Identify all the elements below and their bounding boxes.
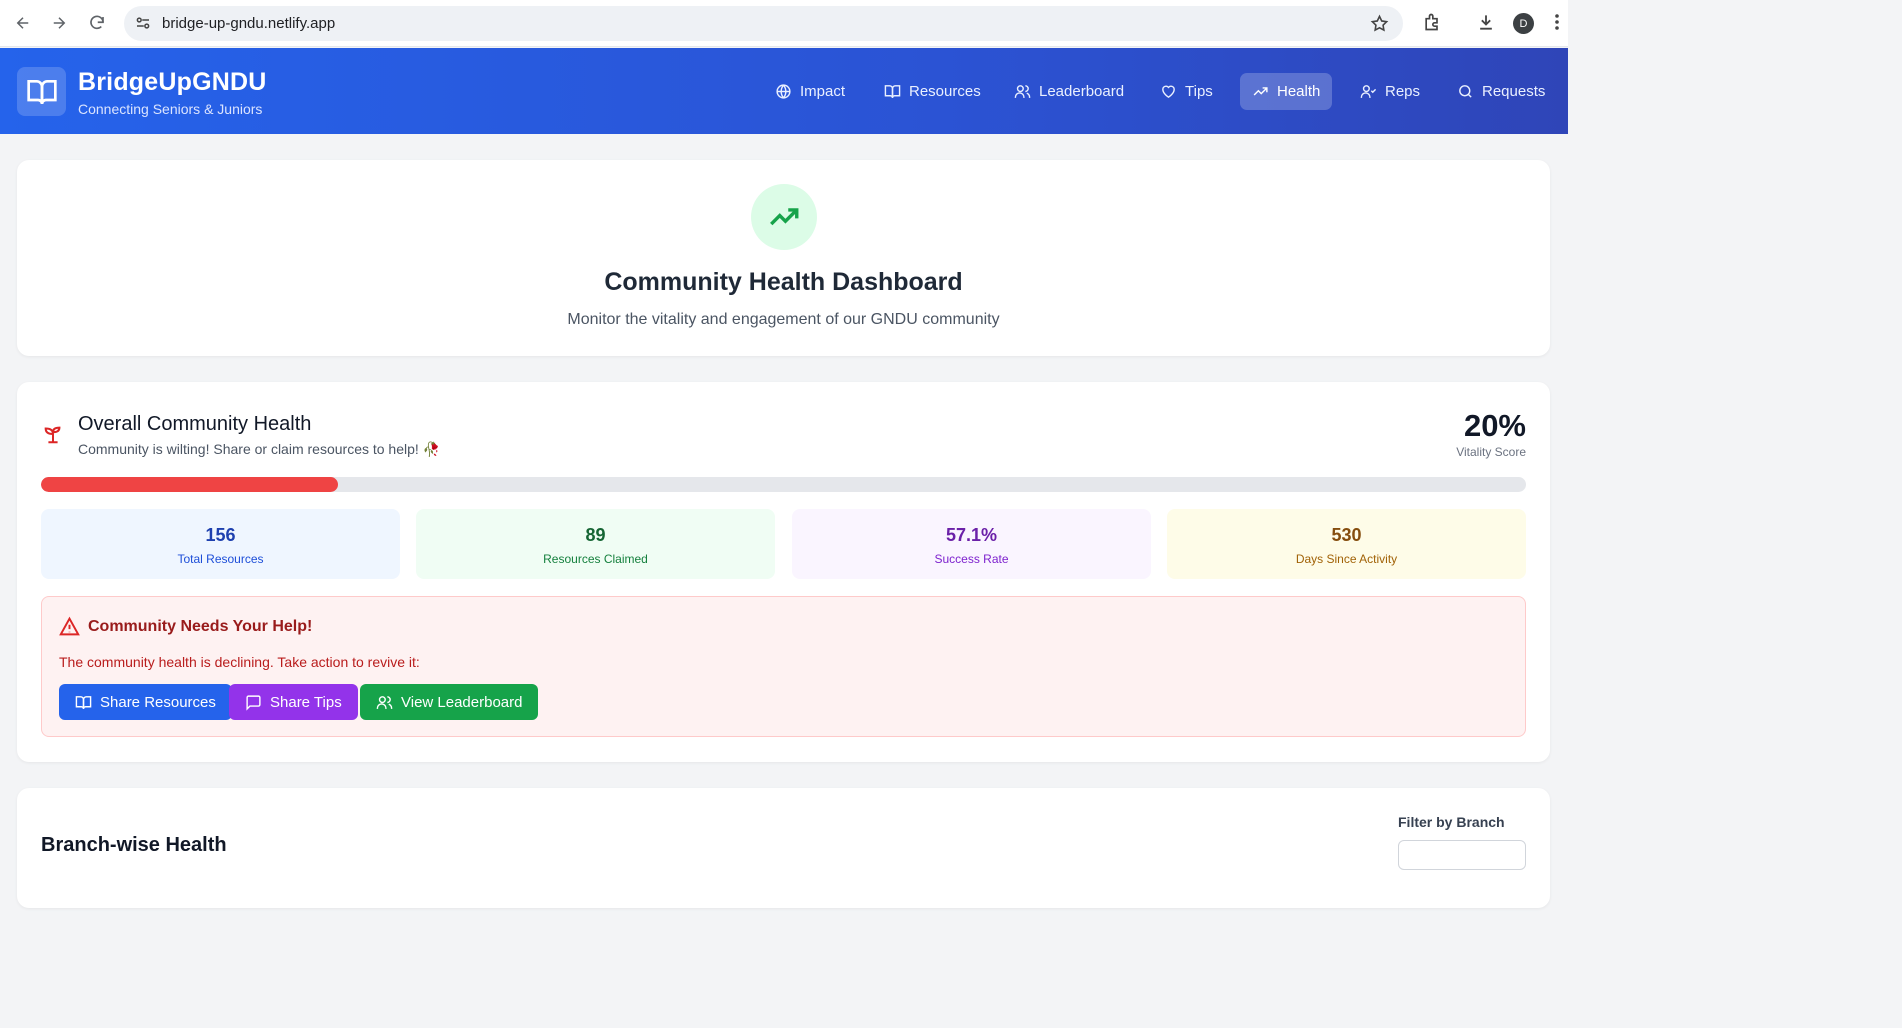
view-leaderboard-button[interactable]: View Leaderboard [360, 684, 539, 720]
nav-resources[interactable]: Resources [872, 73, 993, 110]
stat-label: Days Since Activity [1295, 552, 1398, 566]
site-settings-icon[interactable] [134, 14, 152, 32]
app-header: BridgeUpGNDU Connecting Seniors & Junior… [0, 48, 1568, 134]
stat-value: 57.1% [945, 525, 998, 545]
extensions-icon[interactable] [1420, 10, 1444, 34]
alert-title: Community Needs Your Help! [88, 618, 313, 635]
vitality-progress-fill [41, 477, 338, 492]
nav-leaderboard[interactable]: Leaderboard [1002, 73, 1136, 110]
branch-health-card: Branch-wise Health Filter by Branch [17, 788, 1550, 908]
stat-value: 156 [205, 525, 236, 545]
book-open-icon [26, 79, 57, 104]
nav-label: Impact [800, 83, 846, 100]
nav-tips[interactable]: Tips [1148, 73, 1225, 110]
nav-label: Tips [1185, 83, 1213, 100]
stat-value: 530 [1331, 525, 1362, 545]
page-title: Community Health Dashboard [604, 268, 963, 296]
help-alert: Community Needs Your Help! The community… [41, 596, 1526, 737]
nav-label: Reps [1385, 83, 1421, 100]
download-icon[interactable] [1474, 10, 1498, 34]
reload-button[interactable] [84, 10, 110, 36]
stat-success-rate: 57.1% Success Rate [792, 509, 1151, 579]
url-text[interactable]: bridge-up-gndu.netlify.app [162, 15, 335, 32]
stat-total-resources: 156 Total Resources [41, 509, 400, 579]
overall-health-card: Overall Community Health Community is wi… [17, 382, 1550, 762]
stat-label: Total Resources [177, 552, 264, 566]
hero-card: Community Health Dashboard Monitor the v… [17, 160, 1550, 356]
heart-icon [1162, 85, 1175, 99]
nav-label: Requests [1482, 83, 1546, 100]
nav-health[interactable]: Health [1240, 73, 1333, 110]
search-icon [1459, 85, 1472, 98]
filter-label: Filter by Branch [1398, 814, 1505, 830]
branch-title: Branch-wise Health [41, 834, 227, 856]
stat-label: Resources Claimed [543, 552, 648, 566]
users-icon [376, 695, 393, 709]
trending-up-icon [1253, 87, 1268, 96]
logo[interactable] [17, 67, 66, 116]
users-icon [1014, 85, 1031, 98]
trending-up-badge [751, 184, 817, 250]
brand-subtitle: Connecting Seniors & Juniors [78, 101, 263, 117]
button-label: Share Tips [270, 693, 342, 711]
stat-value: 89 [585, 525, 606, 545]
vitality-score: 20% [1463, 408, 1526, 443]
nav-label: Leaderboard [1039, 83, 1125, 100]
profile-avatar[interactable]: D [1513, 13, 1534, 34]
globe-icon [776, 84, 791, 99]
page-subtitle: Monitor the vitality and engagement of o… [567, 311, 1000, 328]
forward-button[interactable] [46, 10, 72, 36]
sprout-icon [42, 423, 64, 450]
stat-resources-claimed: 89 Resources Claimed [416, 509, 775, 579]
nav-reps[interactable]: Reps [1348, 73, 1432, 110]
book-icon [884, 85, 901, 99]
user-check-icon [1360, 85, 1377, 98]
browser-toolbar: bridge-up-gndu.netlify.app D [0, 0, 1568, 47]
bookmark-star-icon[interactable] [1370, 14, 1389, 33]
address-bar[interactable]: bridge-up-gndu.netlify.app [124, 6, 1403, 41]
share-tips-button[interactable]: Share Tips [229, 684, 358, 720]
health-subtitle: Community is wilting! Share or claim res… [78, 441, 441, 457]
nav-requests[interactable]: Requests [1445, 73, 1557, 110]
menu-kebab-icon[interactable] [1548, 10, 1566, 34]
vitality-progress-bar [41, 477, 1526, 492]
vitality-label: Vitality Score [1456, 445, 1526, 459]
share-resources-button[interactable]: Share Resources [59, 684, 232, 720]
nav-label: Resources [909, 83, 981, 100]
brand-title: BridgeUpGNDU [78, 68, 267, 96]
health-title: Overall Community Health [78, 413, 312, 435]
stat-label: Success Rate [934, 552, 1009, 566]
nav-label: Health [1277, 83, 1321, 100]
alert-triangle-icon [59, 616, 80, 642]
message-square-icon [246, 694, 261, 711]
button-label: View Leaderboard [401, 693, 523, 711]
alert-text: The community health is declining. Take … [59, 654, 420, 670]
button-label: Share Resources [100, 693, 216, 711]
back-button[interactable] [10, 10, 36, 36]
stat-days-since-activity: 530 Days Since Activity [1167, 509, 1526, 579]
branch-filter-select[interactable] [1398, 840, 1526, 870]
book-icon [75, 695, 92, 709]
nav-impact[interactable]: Impact [763, 73, 857, 110]
trending-up-icon [770, 208, 799, 226]
